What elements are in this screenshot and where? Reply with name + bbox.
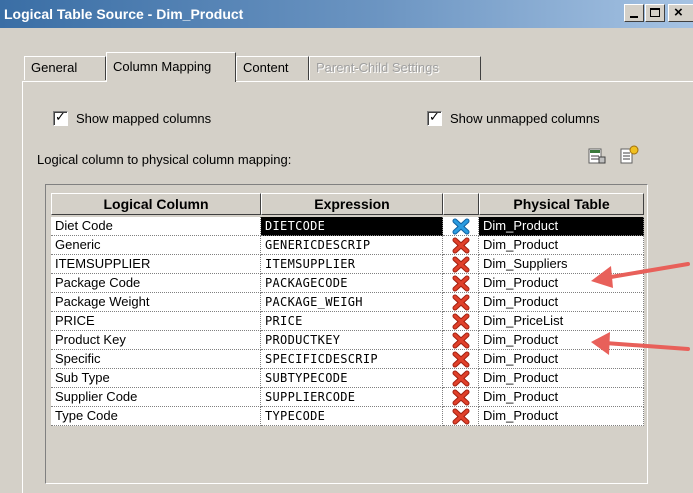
expression-cell[interactable]: PACKAGE_WEIGH	[261, 293, 443, 312]
delete-mapping-icon[interactable]	[452, 408, 470, 425]
delete-mapping-cell[interactable]	[443, 217, 479, 236]
new-mapping-icon[interactable]	[619, 145, 639, 165]
delete-mapping-icon[interactable]	[452, 294, 470, 311]
logical-column-cell[interactable]: Type Code	[51, 407, 261, 426]
delete-mapping-cell[interactable]	[443, 293, 479, 312]
delete-mapping-cell[interactable]	[443, 331, 479, 350]
delete-mapping-icon[interactable]	[452, 275, 470, 292]
logical-column-cell[interactable]: Package Weight	[51, 293, 261, 312]
show-unmapped-checkbox[interactable]: ✓ Show unmapped columns	[427, 108, 600, 128]
tab-content[interactable]: Content	[236, 56, 309, 80]
delete-mapping-icon[interactable]	[452, 313, 470, 330]
expression-cell[interactable]: PACKAGECODE	[261, 274, 443, 293]
expression-cell[interactable]: SUBTYPECODE	[261, 369, 443, 388]
logical-column-cell[interactable]: Package Code	[51, 274, 261, 293]
delete-mapping-icon[interactable]	[452, 237, 470, 254]
delete-mapping-icon[interactable]	[452, 332, 470, 349]
delete-mapping-cell[interactable]	[443, 350, 479, 369]
delete-mapping-cell[interactable]	[443, 369, 479, 388]
expression-cell[interactable]: PRICE	[261, 312, 443, 331]
show-mapped-label: Show mapped columns	[76, 110, 212, 126]
expression-cell[interactable]: TYPECODE	[261, 407, 443, 426]
delete-mapping-icon[interactable]	[452, 351, 470, 368]
delete-mapping-cell[interactable]	[443, 407, 479, 426]
maximize-icon	[650, 8, 660, 17]
expression-cell[interactable]: SPECIFICDESCRIP	[261, 350, 443, 369]
header-logical-column[interactable]: Logical Column	[51, 193, 261, 215]
delete-mapping-cell[interactable]	[443, 274, 479, 293]
delete-mapping-cell[interactable]	[443, 312, 479, 331]
logical-column-cell[interactable]: Sub Type	[51, 369, 261, 388]
physical-table-cell[interactable]: Dim_Product	[479, 369, 644, 388]
annotation-arrow	[591, 262, 690, 288]
physical-table-cell[interactable]: Dim_Product	[479, 293, 644, 312]
show-unmapped-label: Show unmapped columns	[450, 110, 600, 126]
header-action[interactable]	[443, 193, 479, 215]
column-mapping-grid[interactable]: Logical Column Expression Physical Table…	[45, 184, 648, 484]
expression-cell[interactable]: DIETCODE	[261, 217, 443, 236]
checkmark-icon: ✓	[55, 108, 66, 124]
delete-mapping-cell[interactable]	[443, 388, 479, 407]
logical-column-cell[interactable]: ITEMSUPPLIER	[51, 255, 261, 274]
checkbox-box[interactable]: ✓	[427, 108, 442, 126]
delete-mapping-icon[interactable]	[452, 389, 470, 406]
show-mapped-checkbox[interactable]: ✓ Show mapped columns	[53, 108, 211, 128]
close-icon: ×	[674, 4, 683, 21]
mapping-caption: Logical column to physical column mappin…	[37, 152, 292, 167]
tab-parent-child-settings: Parent-Child Settings	[309, 56, 481, 80]
header-physical-table[interactable]: Physical Table	[479, 193, 644, 215]
delete-mapping-icon[interactable]	[452, 370, 470, 387]
maximize-button[interactable]	[645, 4, 665, 22]
header-expression[interactable]: Expression	[261, 193, 443, 215]
delete-mapping-icon[interactable]	[452, 256, 470, 273]
physical-table-cell[interactable]: Dim_Product	[479, 407, 644, 426]
physical-table-cell[interactable]: Dim_Product	[479, 217, 644, 236]
logical-column-cell[interactable]: PRICE	[51, 312, 261, 331]
tab-column-mapping[interactable]: Column Mapping	[106, 52, 236, 82]
title-bar[interactable]: Logical Table Source - Dim_Product ×	[0, 0, 693, 28]
logical-column-cell[interactable]: Specific	[51, 350, 261, 369]
minimize-icon	[630, 16, 638, 18]
minimize-button[interactable]	[624, 4, 644, 22]
edit-mapping-icon[interactable]	[587, 146, 607, 166]
annotation-arrow	[591, 332, 690, 355]
logical-column-cell[interactable]: Product Key	[51, 331, 261, 350]
close-button[interactable]: ×	[668, 4, 693, 22]
expression-cell[interactable]: SUPPLIERCODE	[261, 388, 443, 407]
logical-column-cell[interactable]: Diet Code	[51, 217, 261, 236]
delete-mapping-cell[interactable]	[443, 236, 479, 255]
expression-cell[interactable]: GENERICDESCRIP	[261, 236, 443, 255]
expression-cell[interactable]: PRODUCTKEY	[261, 331, 443, 350]
window-title: Logical Table Source - Dim_Product	[4, 6, 244, 22]
dialog-window: Logical Table Source - Dim_Product × Gen…	[0, 0, 693, 493]
checkmark-icon: ✓	[429, 108, 440, 124]
expression-cell[interactable]: ITEMSUPPLIER	[261, 255, 443, 274]
logical-column-cell[interactable]: Supplier Code	[51, 388, 261, 407]
physical-table-cell[interactable]: Dim_Product	[479, 388, 644, 407]
delete-mapping-cell[interactable]	[443, 255, 479, 274]
logical-column-cell[interactable]: Generic	[51, 236, 261, 255]
checkbox-box[interactable]: ✓	[53, 108, 68, 126]
tab-general[interactable]: General	[24, 56, 106, 80]
delete-mapping-icon[interactable]	[452, 218, 470, 235]
